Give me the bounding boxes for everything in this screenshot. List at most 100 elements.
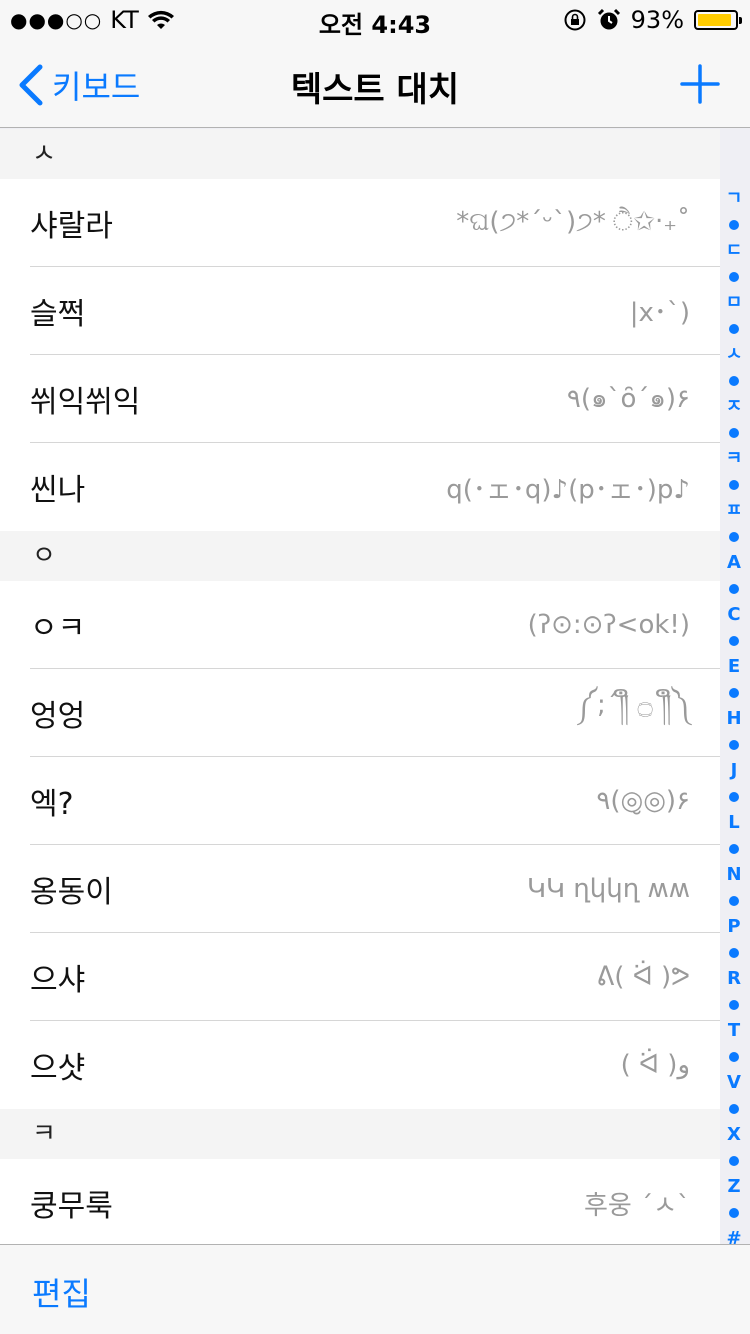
index-letter[interactable]: H xyxy=(726,706,741,732)
index-letter[interactable]: C xyxy=(727,602,740,628)
shortcut-value: 후웅 ˊㅅˋ xyxy=(583,1190,690,1221)
shortcut-phrase: 옹동이 xyxy=(30,874,113,910)
list-item-content: 으샤 ᕕ( ᐛ )ᕗ xyxy=(30,933,720,1021)
index-letter[interactable]: ㅁ xyxy=(726,290,743,316)
index-dot xyxy=(729,1208,739,1218)
index-letter[interactable]: E xyxy=(728,654,740,680)
section-header: ㅇ xyxy=(0,531,720,581)
index-letter[interactable]: ㅈ xyxy=(726,394,743,420)
index-dot xyxy=(729,584,739,594)
list-item-content: 쿵무룩 후웅 ˊㅅˋ xyxy=(30,1159,720,1247)
index-letter[interactable]: L xyxy=(728,810,739,836)
index-letter[interactable]: V xyxy=(727,1070,741,1096)
list-item[interactable]: 샤랄라 *ଘ(੭*ˊᵕˋ)੭* ੈ✩‧₊˚ xyxy=(0,179,720,267)
bottom-toolbar: 편집 xyxy=(0,1244,750,1334)
shortcut-phrase: 으샷 xyxy=(30,1051,86,1086)
shortcut-phrase: 엑? xyxy=(30,786,74,822)
list-item-content: 엑? ٩(◎̮◎)۶ xyxy=(30,757,720,845)
index-letter[interactable]: T xyxy=(728,1018,740,1044)
section-index-bar[interactable]: ㄱㄷㅁㅅㅈㅋㅍ A C E H J L N P R T V X Z # xyxy=(722,186,746,1252)
index-letter[interactable]: ㄷ xyxy=(726,238,743,264)
shortcut-value: ᕕ( ᐛ )ᕗ xyxy=(596,961,690,992)
section-header: ㅋ xyxy=(0,1109,720,1159)
index-letter[interactable]: ㅋ xyxy=(726,446,743,472)
edit-button[interactable]: 편집 xyxy=(32,1269,91,1315)
index-dot xyxy=(729,480,739,490)
index-dot xyxy=(729,1104,739,1114)
list-item[interactable]: 엑? ٩(◎̮◎)۶ xyxy=(0,757,720,845)
navigation-bar: 키보드 텍스트 대치 xyxy=(0,40,750,128)
battery-percent: 93% xyxy=(630,6,684,34)
plus-icon[interactable] xyxy=(678,62,722,106)
list-item[interactable]: 쒸익쒸익 ٩(๑`ȏ´๑)۶ xyxy=(0,355,720,443)
index-dot xyxy=(729,376,739,386)
shortcut-phrase: 씬나 xyxy=(30,473,86,508)
list-item[interactable]: 슬쩍 |x･ˋ) xyxy=(0,267,720,355)
shortcut-value: (ʔ⊙:⊙ʔ<ok!) xyxy=(527,609,690,640)
shortcut-value: ༼;´༎ຶ ۝ ༎ຶ༽ xyxy=(576,690,690,720)
index-dot xyxy=(729,948,739,958)
index-dot xyxy=(729,428,739,438)
shortcut-phrase: 엉엉 xyxy=(30,698,86,734)
shortcut-value: ԿԿ ղկկղ ʍʍ xyxy=(526,873,690,904)
list-item-content: ㅇㅋ (ʔ⊙:⊙ʔ<ok!) xyxy=(30,581,720,669)
list-item[interactable]: 으샤 ᕕ( ᐛ )ᕗ xyxy=(0,933,720,1021)
index-letter[interactable]: J xyxy=(731,758,738,784)
list-item[interactable]: 쿵무룩 후웅 ˊㅅˋ xyxy=(0,1159,720,1247)
list-item-content: 씬나 q(･ェ･q)♪(p･ェ･)p♪ xyxy=(30,443,720,531)
alarm-icon xyxy=(597,8,620,30)
list-item[interactable]: 씬나 q(･ェ･q)♪(p･ェ･)p♪ xyxy=(0,443,720,531)
list-item-content: 슬쩍 |x･ˋ) xyxy=(30,267,720,355)
shortcut-phrase: 슬쩍 xyxy=(30,296,86,332)
page-title: 텍스트 대치 xyxy=(290,70,460,110)
list-item-content: 샤랄라 *ଘ(੭*ˊᵕˋ)੭* ੈ✩‧₊˚ xyxy=(30,179,720,267)
index-dot xyxy=(729,1156,739,1166)
list-item-content: 으샷 ( ᐛ )و xyxy=(30,1021,720,1109)
status-bar: ●●●○○ KT 오전 4:43 93% xyxy=(0,0,750,40)
index-letter[interactable]: ㅍ xyxy=(726,498,743,524)
index-dot xyxy=(729,792,739,802)
shortcut-phrase: 샤랄라 xyxy=(30,208,113,244)
index-dot xyxy=(729,1000,739,1010)
shortcut-value: |x･ˋ) xyxy=(629,298,690,328)
index-letter[interactable]: Z xyxy=(727,1174,740,1200)
rotation-lock-icon xyxy=(564,9,586,31)
index-letter[interactable]: ㄱ xyxy=(726,186,743,212)
list-item-content: 옹동이 ԿԿ ղկկղ ʍʍ xyxy=(30,845,720,933)
index-dot xyxy=(729,324,739,334)
list-item[interactable]: 옹동이 ԿԿ ղկկղ ʍʍ xyxy=(0,845,720,933)
battery-fill xyxy=(698,14,732,26)
index-dot xyxy=(729,844,739,854)
shortcut-phrase: 으샤 xyxy=(30,962,86,998)
index-letter[interactable]: ㅅ xyxy=(726,342,743,368)
shortcut-phrase: ㅇㅋ xyxy=(30,610,86,646)
list-item[interactable]: ㅇㅋ (ʔ⊙:⊙ʔ<ok!) xyxy=(0,581,720,669)
shortcut-phrase: 쿵무룩 xyxy=(30,1189,113,1224)
battery-icon xyxy=(694,10,742,30)
index-letter[interactable]: P xyxy=(727,914,740,940)
index-letter[interactable]: A xyxy=(727,550,741,576)
screen: ●●●○○ KT 오전 4:43 93% 키보드 텍스트 대치 ㅅ 샤랄라 *ଘ… xyxy=(0,0,750,1334)
list-item-content: 쒸익쒸익 ٩(๑`ȏ´๑)۶ xyxy=(30,355,720,443)
list-item[interactable]: 엉엉 ༼;´༎ຶ ۝ ༎ຶ༽ xyxy=(0,669,720,757)
shortcut-value: q(･ェ･q)♪(p･ェ･)p♪ xyxy=(446,474,690,505)
index-dot xyxy=(729,220,739,230)
index-dot xyxy=(729,896,739,906)
section-header: ㅅ xyxy=(0,129,720,179)
shortcut-value: ٩(◎̮◎)۶ xyxy=(596,785,690,816)
shortcut-value: ٩(๑`ȏ´๑)۶ xyxy=(566,384,690,414)
shortcut-value: ( ᐛ )و xyxy=(620,1050,690,1080)
index-dot xyxy=(729,740,739,750)
shortcut-list: ㅅ 샤랄라 *ଘ(੭*ˊᵕˋ)੭* ੈ✩‧₊˚ 슬쩍 |x･ˋ) 쒸익쒸익 ٩(๑`ȏ´๑)… xyxy=(0,129,720,1247)
index-dot xyxy=(729,636,739,646)
index-letter[interactable]: N xyxy=(726,862,741,888)
status-right: 93% xyxy=(563,6,742,34)
list-item-content: 엉엉 ༼;´༎ຶ ۝ ༎ຶ༽ xyxy=(30,669,720,757)
index-dot xyxy=(729,532,739,542)
shortcut-value: *ଘ(੭*ˊᵕˋ)੭* ੈ✩‧₊˚ xyxy=(456,207,690,237)
list-item[interactable]: 으샷 ( ᐛ )و xyxy=(0,1021,720,1109)
index-dot xyxy=(729,272,739,282)
index-letter[interactable]: X xyxy=(727,1122,741,1148)
shortcut-phrase: 쒸익쒸익 xyxy=(30,384,141,420)
index-letter[interactable]: R xyxy=(727,966,741,992)
